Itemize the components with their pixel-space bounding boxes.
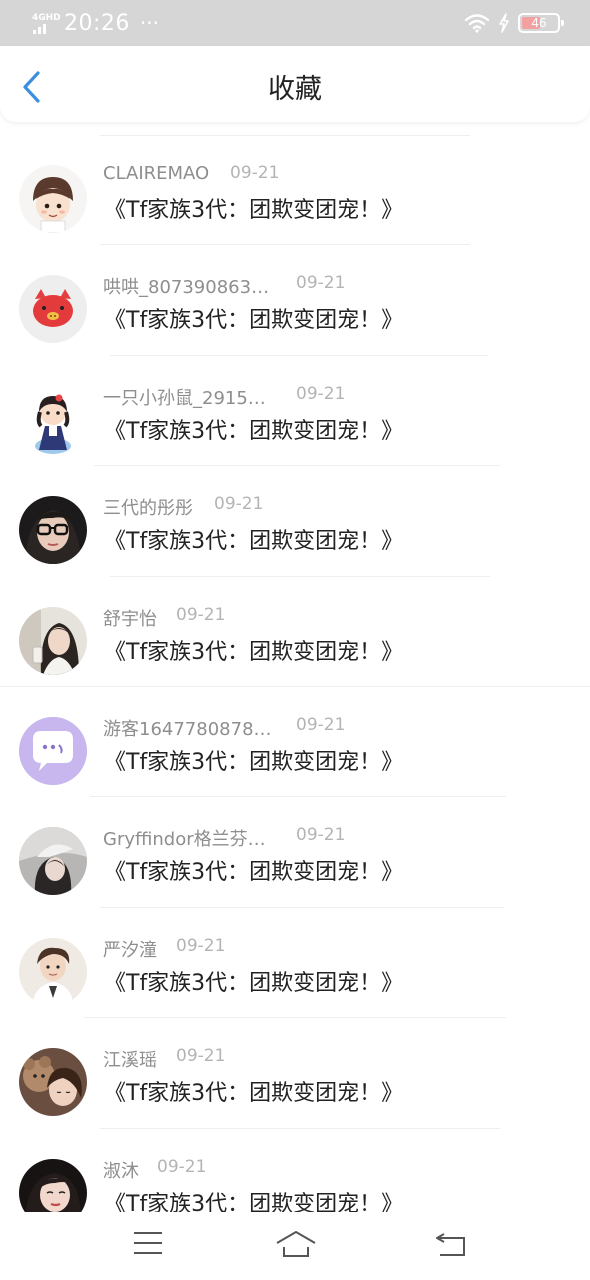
cartoon-girl-avatar [19, 385, 87, 454]
user-name: 一只小孙鼠_2915… [103, 387, 266, 409]
post-date: 09-21 [296, 825, 346, 846]
list-item[interactable]: 严汐潼 09-21 《Tf家族3代：团欺变团宠！》 [0, 908, 590, 1019]
list-item[interactable]: 舒宇怡 09-21 《Tf家族3代：团欺变团宠！》 [0, 577, 590, 687]
user-name: 游客1647780878… [103, 718, 272, 740]
list-item[interactable]: Gryffindor格兰芬… 09-21 《Tf家族3代：团欺变团宠！》 [0, 797, 590, 908]
menu-button[interactable] [133, 1230, 163, 1260]
post-title[interactable]: 《Tf家族3代：团欺变团宠！》 [104, 523, 403, 555]
user-name: 舒宇怡 [103, 608, 157, 630]
girl-teddy-avatar [19, 1048, 87, 1117]
girl-glasses-avatar [19, 496, 87, 565]
post-title[interactable]: 《Tf家族3代：团欺变团宠！》 [104, 634, 403, 666]
post-date: 09-21 [296, 273, 346, 294]
post-title[interactable]: 《Tf家族3代：团欺变团宠！》 [104, 413, 403, 445]
user-name: 三代的彤彤 [103, 498, 193, 520]
user-name: 江溪瑶 [103, 1050, 157, 1072]
avatar[interactable] [19, 716, 87, 785]
network-signal-icon: 4GHD [32, 10, 61, 36]
post-title[interactable]: 《Tf家族3代：团欺变团宠！》 [104, 744, 403, 776]
post-title[interactable]: 《Tf家族3代：团欺变团宠！》 [104, 1075, 403, 1107]
status-time: 20:26 [64, 10, 130, 36]
list-item[interactable]: 哄哄_807390863… 09-21 《Tf家族3代：团欺变团宠！》 [0, 245, 590, 356]
post-date: 09-21 [214, 494, 264, 515]
chat-bubble-avatar [19, 716, 87, 785]
status-right: 46 [464, 13, 564, 33]
menu-icon [134, 1232, 162, 1254]
list-item[interactable]: 三代的彤彤 09-21 《Tf家族3代：团欺变团宠！》 [0, 466, 590, 577]
avatar[interactable] [19, 496, 87, 565]
avatar[interactable] [19, 937, 87, 1006]
avatar[interactable] [19, 385, 87, 454]
user-name: 淑沐 [103, 1160, 139, 1182]
home-button[interactable] [275, 1230, 317, 1262]
avatar[interactable] [19, 606, 87, 675]
return-icon [436, 1233, 465, 1256]
post-date: 09-21 [176, 604, 226, 625]
post-date: 09-21 [296, 714, 346, 735]
avatar[interactable] [19, 1048, 87, 1117]
list-item[interactable]: 江溪瑶 09-21 《Tf家族3代：团欺变团宠！》 [0, 1018, 590, 1129]
boy-photo-avatar [19, 937, 87, 1006]
user-name: 严汐潼 [103, 939, 157, 961]
girl-photo-avatar [19, 606, 87, 675]
girl-hat-avatar [19, 827, 87, 896]
post-date: 09-21 [230, 163, 280, 183]
status-bar: 4GHD 20:26 ··· 46 [0, 0, 590, 46]
avatar[interactable] [19, 275, 87, 344]
post-title[interactable]: 《Tf家族3代：团欺变团宠！》 [104, 854, 403, 886]
network-type: 4GHD [32, 13, 61, 23]
post-title[interactable]: 《Tf家族3代：团欺变团宠！》 [104, 965, 403, 997]
user-name: 哄哄_807390863… [103, 277, 270, 299]
system-navigation-bar [0, 1212, 590, 1280]
red-pig-avatar [19, 275, 87, 344]
post-date: 09-21 [176, 1046, 226, 1067]
avatar[interactable] [19, 165, 87, 233]
nav-header: 收藏 [0, 46, 590, 122]
post-date: 09-21 [157, 1156, 207, 1177]
user-name: Gryffindor格兰芬… [103, 829, 266, 851]
screen: 4GHD 20:26 ··· 46 收藏 CLAIREMAO 09-21 《Tf… [0, 0, 590, 1280]
post-title[interactable]: 《Tf家族3代：团欺变团宠！》 [104, 192, 403, 224]
return-button[interactable] [434, 1230, 468, 1262]
battery-level: 46 [531, 16, 547, 30]
battery-icon: 46 [518, 13, 564, 33]
page-title: 收藏 [268, 74, 322, 105]
post-date: 09-21 [176, 935, 226, 956]
list-item[interactable]: 一只小孙鼠_2915… 09-21 《Tf家族3代：团欺变团宠！》 [0, 356, 590, 467]
user-name: CLAIREMAO [103, 163, 210, 184]
favorites-list: CLAIREMAO 09-21 《Tf家族3代：团欺变团宠！》 哄哄_80739086… [0, 135, 590, 1239]
avatar[interactable] [19, 827, 87, 896]
post-date: 09-21 [296, 383, 346, 404]
home-icon [276, 1231, 316, 1257]
status-left: 4GHD 20:26 ··· [32, 10, 159, 36]
post-title[interactable]: 《Tf家族3代：团欺变团宠！》 [104, 302, 403, 334]
list-item[interactable]: CLAIREMAO 09-21 《Tf家族3代：团欺变团宠！》 [0, 135, 590, 246]
status-dots: ··· [139, 11, 159, 35]
charging-bolt-icon [499, 13, 509, 33]
list-item[interactable]: 游客1647780878… 09-21 《Tf家族3代：团欺变团宠！》 [0, 687, 590, 798]
cartoon-boy-avatar [19, 165, 87, 233]
wifi-icon [464, 14, 490, 33]
